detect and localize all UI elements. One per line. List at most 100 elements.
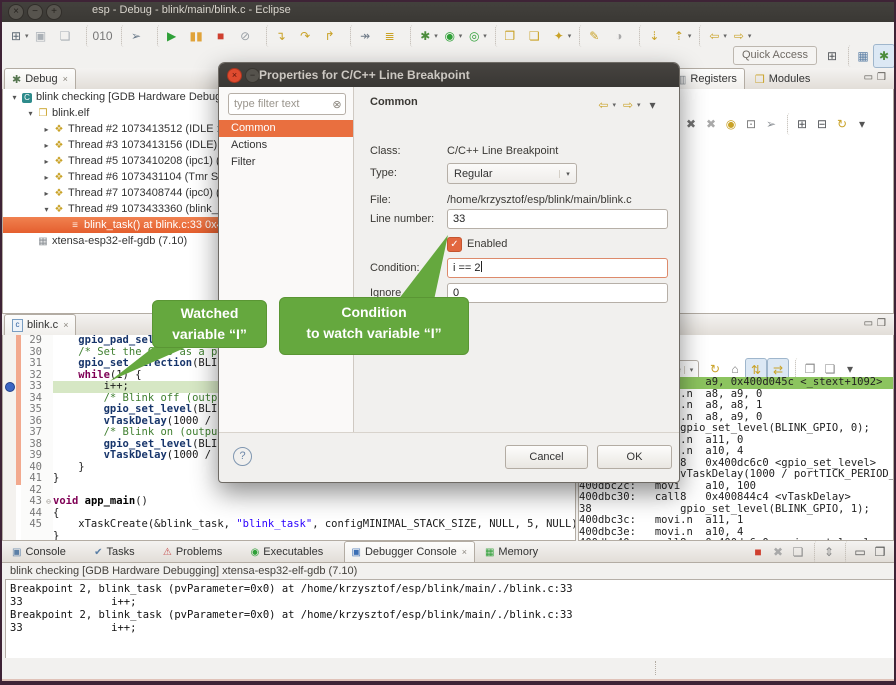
quick-access-button[interactable]: Quick Access (733, 46, 817, 65)
fold-icon[interactable] (44, 393, 53, 405)
fold-icon[interactable] (44, 427, 53, 439)
breakpoint-margin[interactable] (3, 370, 16, 382)
clear-console-button[interactable]: ❏ (788, 541, 808, 563)
view-menu-button[interactable]: ▾ ▾ (642, 94, 667, 116)
fold-icon[interactable] (44, 508, 53, 520)
fold-icon[interactable] (44, 519, 53, 531)
suspend-button[interactable]: ▮▮ ▾ (186, 25, 211, 47)
minimize-button[interactable]: ▭ (845, 541, 870, 563)
mark-occurrences-button[interactable]: ✎ ▾ (579, 25, 609, 47)
go-to-line-button[interactable]: ⇡ ▾ (669, 25, 694, 47)
fold-icon[interactable] (44, 335, 53, 347)
window-maximize-button[interactable]: + (46, 4, 62, 20)
breakpoint-margin[interactable] (3, 519, 16, 531)
window-minimize-button[interactable]: − (27, 4, 43, 20)
dialog-nav-item[interactable]: Actions (219, 137, 353, 154)
registers-tab[interactable]: Modules (747, 68, 818, 89)
new-wizard-button[interactable]: ❐ ▾ (495, 25, 525, 47)
breakpoint-margin[interactable] (3, 508, 16, 520)
terminate-button[interactable]: ■ (748, 541, 768, 563)
fold-icon[interactable] (44, 473, 53, 485)
type-select[interactable]: Regular ▾ (447, 163, 577, 184)
minimize-maximize-icons[interactable]: ▭❒ (864, 318, 890, 329)
console-tab[interactable]: Executables × (243, 541, 342, 562)
cancel-button[interactable]: Cancel (505, 445, 588, 469)
remove-launch-button[interactable]: ✖ (768, 541, 788, 563)
resume-button[interactable]: ▶ ▾ (157, 25, 187, 47)
console-tab[interactable]: Tasks × (86, 541, 153, 562)
open-perspective-button[interactable]: ⊞ (822, 45, 842, 67)
fold-icon[interactable] (44, 450, 53, 462)
dialog-close-button[interactable]: × (227, 68, 242, 83)
refresh-button[interactable]: ↻ (832, 113, 852, 135)
console-tab[interactable]: Memory × (477, 541, 556, 562)
open-element-button[interactable]: ❏ ▾ (524, 25, 549, 47)
breakpoint-margin[interactable] (3, 393, 16, 405)
breakpoint-margin[interactable] (3, 462, 16, 474)
console-tab[interactable]: Console × (4, 541, 84, 562)
fold-icon[interactable] (44, 358, 53, 370)
fold-icon[interactable] (44, 416, 53, 428)
tree-expander-icon[interactable]: ▸ (41, 173, 52, 182)
tab-blink-c[interactable]: blink.c × (4, 314, 76, 335)
breakpoint-margin[interactable] (3, 347, 16, 359)
breakpoint-margin[interactable] (3, 531, 16, 542)
dialog-nav-item[interactable]: Filter (219, 154, 353, 171)
save-all-button[interactable]: ❏ ▾ (55, 25, 80, 47)
layout-button[interactable]: ⊡ (741, 113, 761, 135)
breakpoint-margin[interactable] (3, 427, 16, 439)
dialog-nav-item[interactable]: Common (219, 120, 353, 137)
chevron-down-icon[interactable]: ▾ (684, 366, 698, 374)
show-columns-button[interactable]: ◉ (721, 113, 741, 135)
expand-all-button[interactable]: ⊞ (787, 113, 812, 135)
collapse-all-button[interactable]: ⊟ (812, 113, 832, 135)
fold-icon[interactable] (44, 462, 53, 474)
breakpoint-margin[interactable] (3, 485, 16, 497)
breakpoint-margin[interactable] (3, 496, 16, 508)
scroll-lock-button[interactable]: ⇕ (814, 541, 839, 563)
remove-all-button[interactable]: ✖ (701, 113, 721, 135)
binary-button[interactable]: 010 ▾ (86, 25, 116, 47)
fold-icon[interactable] (44, 381, 53, 393)
tree-expander-icon[interactable]: ▸ (41, 157, 52, 166)
breakpoint-icon[interactable] (5, 382, 15, 392)
forward-button[interactable]: ⇨ ▾ (729, 25, 754, 47)
enabled-checkbox[interactable]: ✓ (447, 237, 462, 252)
view-menu-button[interactable]: ▾ (852, 113, 872, 135)
save-button[interactable]: ▣ ▾ (31, 25, 56, 47)
breakpoint-margin[interactable] (3, 450, 16, 462)
breakpoint-margin[interactable] (3, 473, 16, 485)
use-step-filters-button[interactable]: ≣ ▾ (380, 25, 405, 47)
tree-expander-icon[interactable]: ▸ (41, 125, 52, 134)
fold-icon[interactable] (44, 485, 53, 497)
annotation-button[interactable]: ◑ ▾ (609, 25, 634, 47)
tree-expander-icon[interactable]: ▸ (41, 189, 52, 198)
minimize-maximize-icons[interactable]: ▭❒ (864, 72, 890, 83)
back-button[interactable]: ⇦ ▾ (699, 25, 729, 47)
breakpoint-margin[interactable] (3, 439, 16, 451)
console-tab[interactable]: Debugger Console × (344, 541, 475, 562)
dialog-minimize-button[interactable]: − (245, 68, 260, 83)
breakpoint-margin[interactable] (3, 381, 16, 393)
fold-icon[interactable] (44, 347, 53, 359)
tree-expander-icon[interactable]: ▸ (41, 141, 52, 150)
search-button[interactable]: ✦ ▾ (549, 25, 574, 47)
remove-selected-button[interactable]: ✖ (681, 113, 701, 135)
run-button[interactable]: ◉ ▾ (440, 25, 465, 47)
disconnect-button[interactable]: ⊘ ▾ (235, 25, 260, 47)
back-button[interactable]: ⇦ ▾ (593, 94, 618, 116)
cpp-perspective-button[interactable]: ▦ (848, 45, 873, 67)
external-tools-button[interactable]: ◎ ▾ (464, 25, 489, 47)
fold-icon[interactable] (44, 370, 53, 382)
new-button[interactable]: ⊞ ▾ (6, 25, 31, 47)
close-icon[interactable]: × (462, 547, 467, 557)
tree-expander-icon[interactable]: ▾ (25, 109, 36, 118)
condition-field[interactable]: i == 2 (447, 258, 668, 278)
tab-debug[interactable]: Debug × (4, 68, 76, 89)
filter-input[interactable]: type filter text ⊗ (228, 93, 346, 115)
fold-icon[interactable] (44, 439, 53, 451)
fold-icon[interactable]: ⊖ (44, 496, 53, 508)
fold-icon[interactable] (44, 404, 53, 416)
console-output[interactable]: Breakpoint 2, blink_task (pvParameter=0x… (5, 579, 895, 659)
instruction-stepping-button[interactable]: ↠ ▾ (350, 25, 380, 47)
